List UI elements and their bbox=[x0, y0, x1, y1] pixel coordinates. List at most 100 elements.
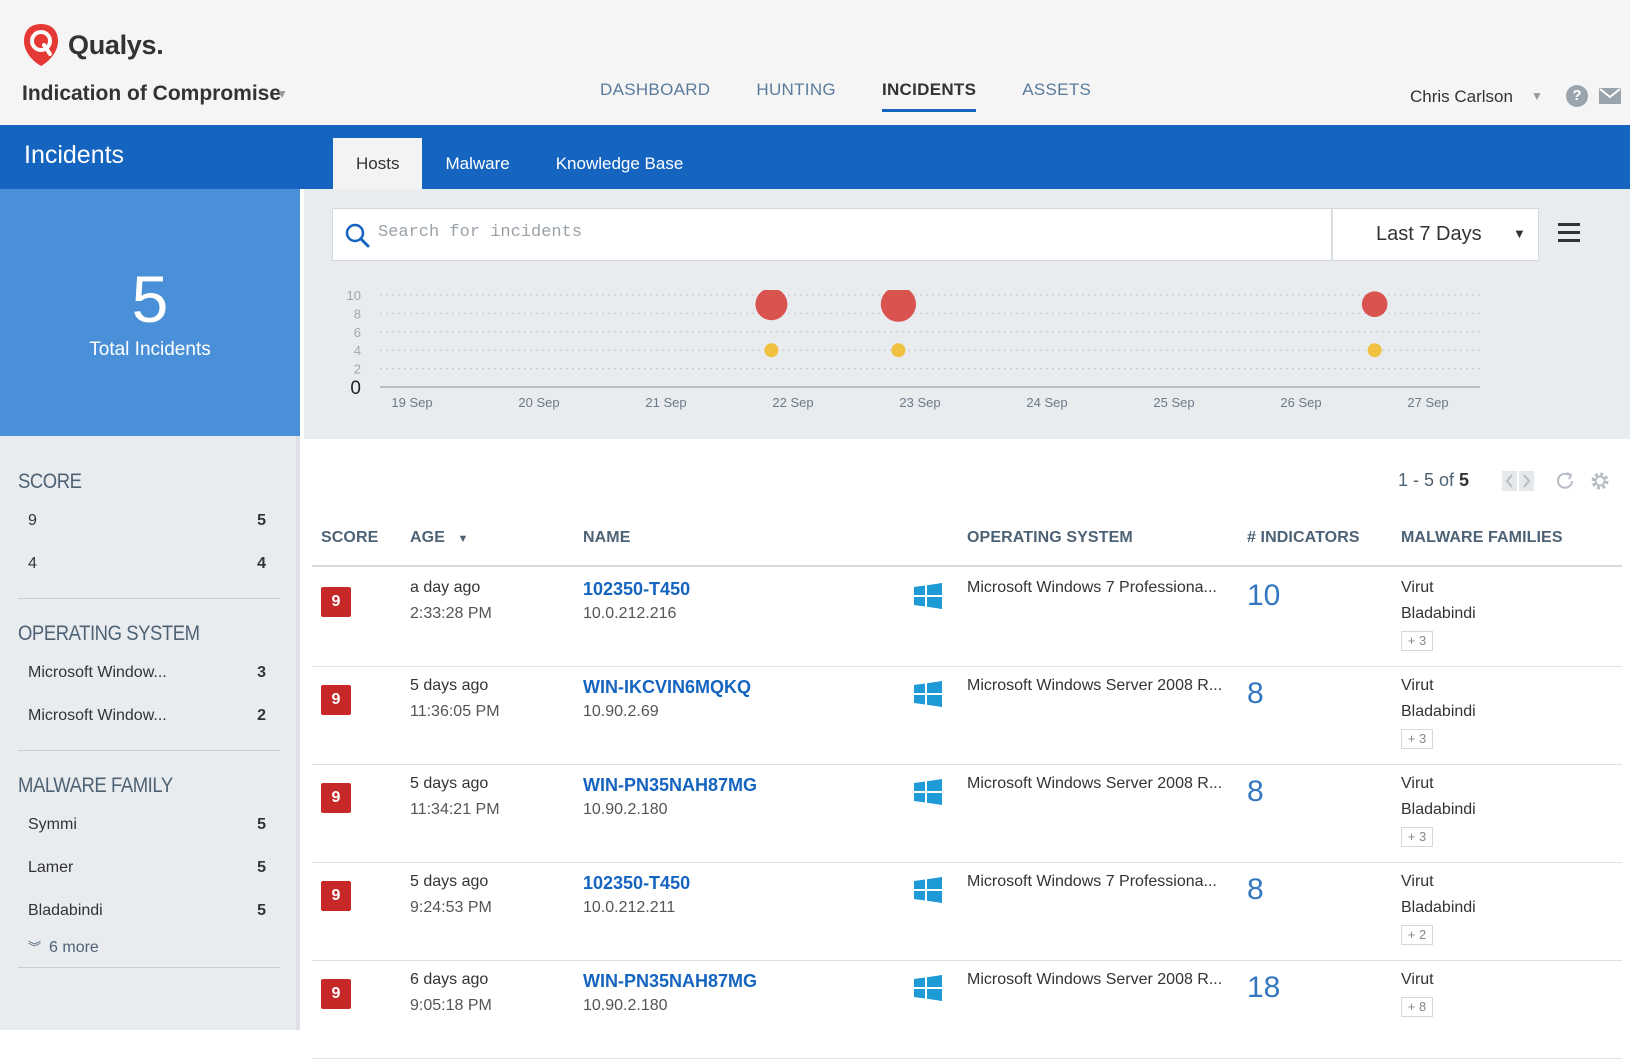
main-nav: DASHBOARD HUNTING INCIDENTS ASSETS bbox=[600, 80, 1137, 112]
filter-item[interactable]: Symmi 5 bbox=[18, 804, 280, 847]
indicator-count[interactable]: 10 bbox=[1247, 579, 1280, 613]
indicator-count[interactable]: 8 bbox=[1247, 775, 1264, 809]
score-badge: 9 bbox=[321, 783, 351, 813]
tab-hosts[interactable]: Hosts bbox=[333, 138, 423, 189]
windows-icon bbox=[914, 681, 942, 712]
indicator-count[interactable]: 8 bbox=[1247, 677, 1264, 711]
app-switcher-caret-icon[interactable]: ▼ bbox=[276, 87, 288, 101]
col-malware-families[interactable]: MALWARE FAMILIES bbox=[1401, 529, 1563, 547]
tab-malware[interactable]: Malware bbox=[422, 138, 532, 189]
table-row[interactable]: 9 a day ago 2:33:28 PM 102350-T450 10.0.212.… bbox=[312, 569, 1622, 667]
col-name[interactable]: NAME bbox=[583, 529, 631, 547]
age-relative: 5 days ago bbox=[410, 677, 489, 694]
help-icon[interactable]: ? bbox=[1566, 85, 1588, 107]
filter-item[interactable]: 9 5 bbox=[18, 500, 280, 543]
col-os[interactable]: OPERATING SYSTEM bbox=[967, 529, 1133, 547]
incident-bubble bbox=[755, 290, 788, 321]
nav-hunting[interactable]: HUNTING bbox=[756, 80, 836, 112]
tab-knowledge-base[interactable]: Knowledge Base bbox=[533, 138, 707, 189]
age-relative: 6 days ago bbox=[410, 971, 489, 988]
age-time: 11:34:21 PM bbox=[410, 801, 500, 818]
section-tabs: Hosts Malware Knowledge Base bbox=[333, 138, 706, 189]
filter-group-score: SCORE 9 5 4 4 bbox=[18, 470, 280, 586]
show-more-link[interactable]: ︾ 6 more bbox=[28, 937, 99, 957]
host-name-link[interactable]: 102350-T450 bbox=[583, 579, 690, 600]
table-row[interactable]: 9 6 days ago 9:05:18 PM WIN-PN35NAH87MG 10.9… bbox=[312, 961, 1622, 1059]
page-nav-icon[interactable] bbox=[1502, 470, 1534, 492]
indicator-dot bbox=[1367, 343, 1382, 358]
y-tick-label: 10 bbox=[347, 290, 361, 303]
incidents-chart: 02 4 6 8 10 19 Sep 20 Sep 21 Sep 22 Sep 23 Sep 24 … bbox=[347, 290, 1480, 410]
filter-item[interactable]: Microsoft Window... 2 bbox=[18, 695, 280, 738]
x-tick-label: 19 Sep bbox=[391, 395, 432, 410]
x-tick-label: 26 Sep bbox=[1280, 395, 1321, 410]
col-age[interactable]: AGE ▼ bbox=[410, 529, 469, 547]
y-tick-label: 2 bbox=[354, 362, 361, 377]
indicator-count[interactable]: 18 bbox=[1247, 971, 1280, 1005]
table-row[interactable]: 9 5 days ago 9:24:53 PM 102350-T450 10.0.212… bbox=[312, 863, 1622, 961]
total-incidents-count: 5 bbox=[131, 262, 169, 336]
indicator-count[interactable]: 8 bbox=[1247, 873, 1264, 907]
filter-item[interactable]: Bladabindi 5 bbox=[18, 890, 280, 933]
sort-desc-icon: ▼ bbox=[457, 533, 469, 545]
total-incidents-label: Total Incidents bbox=[89, 339, 211, 360]
gear-icon[interactable] bbox=[1588, 469, 1612, 493]
user-menu[interactable]: Chris Carlson bbox=[1410, 87, 1513, 107]
more-families-badge[interactable]: + 2 bbox=[1401, 925, 1433, 945]
host-ip: 10.0.212.211 bbox=[583, 899, 676, 916]
malware-family: Virut bbox=[1401, 873, 1434, 890]
y-tick-label: 4 bbox=[354, 343, 361, 358]
mail-icon[interactable] bbox=[1599, 88, 1621, 104]
host-ip: 10.0.212.216 bbox=[583, 605, 677, 622]
age-relative: 5 days ago bbox=[410, 775, 489, 792]
malware-family: Virut bbox=[1401, 971, 1434, 988]
nav-assets[interactable]: ASSETS bbox=[1022, 80, 1091, 112]
table-row[interactable]: 9 5 days ago 11:36:05 PM WIN-IKCVIN6MQKQ 10.… bbox=[312, 667, 1622, 765]
more-families-badge[interactable]: + 8 bbox=[1401, 997, 1433, 1017]
indicator-dot bbox=[764, 343, 779, 358]
x-tick-label: 22 Sep bbox=[772, 395, 813, 410]
more-families-badge[interactable]: + 3 bbox=[1401, 631, 1433, 651]
nav-incidents[interactable]: INCIDENTS bbox=[881, 80, 977, 112]
windows-icon bbox=[914, 583, 942, 614]
col-score[interactable]: SCORE bbox=[321, 529, 378, 547]
search-input[interactable] bbox=[378, 223, 1278, 242]
age-relative: a day ago bbox=[410, 579, 481, 596]
x-tick-label: 25 Sep bbox=[1153, 395, 1194, 410]
x-tick-label: 23 Sep bbox=[899, 395, 940, 410]
filter-item[interactable]: Lamer 5 bbox=[18, 847, 280, 890]
more-families-badge[interactable]: + 3 bbox=[1401, 827, 1433, 847]
nav-dashboard[interactable]: DASHBOARD bbox=[600, 80, 710, 112]
filter-title: SCORE bbox=[18, 470, 82, 493]
age-time: 2:33:28 PM bbox=[410, 605, 492, 622]
score-badge: 9 bbox=[321, 587, 351, 617]
host-name-link[interactable]: WIN-PN35NAH87MG bbox=[583, 971, 757, 992]
more-families-badge[interactable]: + 3 bbox=[1401, 729, 1433, 749]
windows-icon bbox=[914, 877, 942, 908]
malware-family: Bladabindi bbox=[1401, 605, 1476, 622]
filter-item[interactable]: 4 4 bbox=[18, 543, 280, 586]
qualys-logo[interactable]: Qualys. bbox=[22, 22, 164, 68]
user-caret-icon[interactable]: ▼ bbox=[1531, 89, 1543, 103]
age-time: 9:24:53 PM bbox=[410, 899, 492, 916]
host-name-link[interactable]: 102350-T450 bbox=[583, 873, 690, 894]
filter-item[interactable]: Microsoft Window... 3 bbox=[18, 652, 280, 695]
hamburger-menu-icon[interactable] bbox=[1558, 223, 1580, 247]
malware-family: Bladabindi bbox=[1401, 899, 1476, 916]
total-incidents-card: 5 Total Incidents bbox=[0, 189, 300, 436]
incident-bubble bbox=[880, 290, 917, 322]
x-tick-label: 27 Sep bbox=[1407, 395, 1448, 410]
malware-family: Virut bbox=[1401, 775, 1434, 792]
refresh-icon[interactable] bbox=[1554, 470, 1576, 492]
x-tick-label: 20 Sep bbox=[518, 395, 559, 410]
date-range-select[interactable]: Last 7 Days ▼ bbox=[1332, 208, 1539, 261]
os-name: Microsoft Windows Server 2008 R... bbox=[967, 775, 1223, 792]
host-name-link[interactable]: WIN-IKCVIN6MQKQ bbox=[583, 677, 751, 698]
malware-family: Bladabindi bbox=[1401, 801, 1476, 818]
app-name[interactable]: Indication of Compromise bbox=[22, 82, 281, 106]
table-row[interactable]: 9 5 days ago 11:34:21 PM WIN-PN35NAH87MG 10.… bbox=[312, 765, 1622, 863]
y-tick-label: 0 bbox=[350, 378, 361, 399]
col-indicators[interactable]: # INDICATORS bbox=[1247, 529, 1360, 547]
age-relative: 5 days ago bbox=[410, 873, 489, 890]
host-name-link[interactable]: WIN-PN35NAH87MG bbox=[583, 775, 757, 796]
